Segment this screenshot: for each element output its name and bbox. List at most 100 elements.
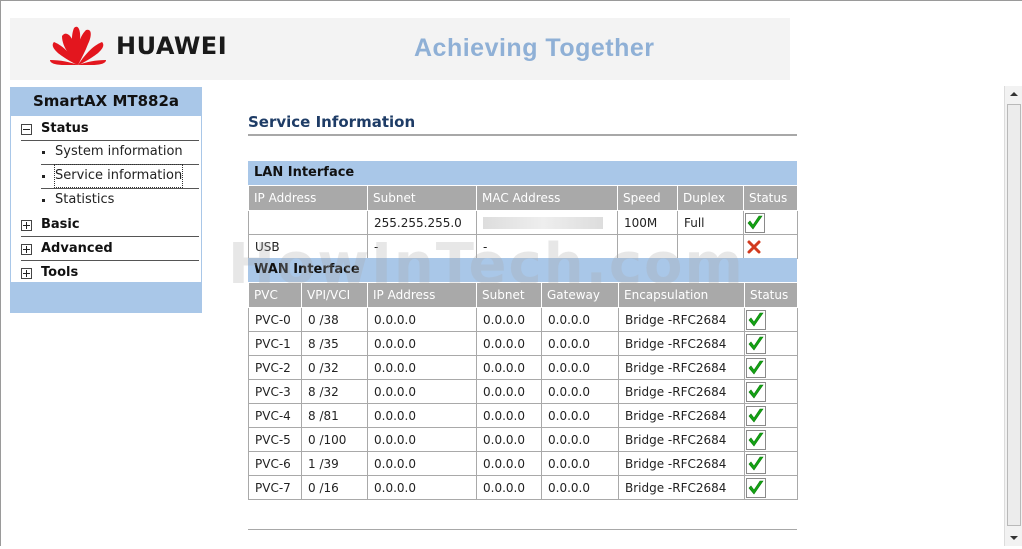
vpi-vci-cell: 0 /38 (301, 307, 368, 332)
pvc-cell: PVC-2 (248, 355, 302, 380)
encapsulation-cell: Bridge -RFC2684 (618, 379, 745, 404)
column-header: Speed (617, 185, 678, 211)
bullet-icon (42, 199, 45, 202)
status-ok-check-icon (746, 309, 766, 330)
slogan: Achieving Together (414, 34, 655, 62)
mac-address-cell: - (476, 234, 618, 259)
ip-address-cell: 0.0.0.0 (367, 451, 477, 476)
vpi-vci-cell: 8 /81 (301, 403, 368, 428)
sidebar-item-basic[interactable]: Basic (11, 214, 201, 236)
encapsulation-cell: Bridge -RFC2684 (618, 307, 745, 332)
table-row: PVC-7 0 /16 0.0.0.0 0.0.0.0 0.0.0.0 Bridge -R… (248, 475, 798, 500)
scroll-down-arrow-icon[interactable] (1005, 530, 1022, 546)
status-cell (744, 307, 798, 332)
expand-icon[interactable] (21, 244, 32, 255)
sidebar-item-label: Basic (41, 217, 80, 232)
ip-address-cell: 0.0.0.0 (367, 475, 477, 500)
ip-address-cell: 0.0.0.0 (367, 307, 477, 332)
pvc-cell: PVC-0 (248, 307, 302, 332)
page-title: Service Information (248, 113, 416, 131)
encapsulation-cell: Bridge -RFC2684 (618, 475, 745, 500)
vpi-vci-cell: 8 /32 (301, 379, 368, 404)
wan-section-header: WAN Interface (248, 258, 797, 282)
ip-address-cell: 0.0.0.0 (367, 355, 477, 380)
column-header: Subnet (476, 282, 542, 308)
status-cell (744, 427, 798, 452)
table-row: PVC-6 1 /39 0.0.0.0 0.0.0.0 0.0.0.0 Bridge -R… (248, 451, 798, 476)
status-ok-check-icon (746, 381, 766, 402)
pvc-cell: PVC-6 (248, 451, 302, 476)
window-frame-top (0, 0, 1022, 1)
subnet-cell: 0.0.0.0 (476, 331, 542, 356)
status-cell (744, 475, 798, 500)
pvc-cell: PVC-3 (248, 379, 302, 404)
column-header: Status (744, 282, 798, 308)
gateway-cell: 0.0.0.0 (541, 403, 619, 428)
huawei-petal-logo-icon (50, 26, 106, 66)
ip-address-cell: 0.0.0.0 (367, 403, 477, 428)
collapse-icon[interactable] (21, 124, 32, 135)
column-header: Duplex (677, 185, 744, 211)
scroll-up-arrow-icon[interactable] (1005, 86, 1022, 102)
subnet-cell: 0.0.0.0 (476, 379, 542, 404)
sidebar-item-tools[interactable]: Tools (11, 262, 201, 284)
wan-table-header-row: PVC VPI/VCI IP Address Subnet Gateway En… (248, 282, 798, 308)
sidebar-item-status[interactable]: Status (11, 118, 201, 140)
sidebar-subitem-statistics[interactable]: Statistics (11, 189, 201, 211)
redacted-mac (483, 217, 603, 229)
scrollbar-thumb[interactable] (1007, 104, 1021, 526)
subnet-cell: - (367, 234, 477, 259)
status-ok-check-icon (746, 429, 766, 450)
subnet-cell: 0.0.0.0 (476, 355, 542, 380)
sidebar-subitem-service-information[interactable]: Service information (11, 164, 201, 188)
expand-icon[interactable] (21, 220, 32, 231)
duplex-cell (677, 234, 744, 259)
gateway-cell: 0.0.0.0 (541, 427, 619, 452)
subnet-cell: 0.0.0.0 (476, 427, 542, 452)
lan-table-header-row: IP Address Subnet MAC Address Speed Dupl… (248, 185, 798, 211)
status-ok-check-icon (746, 333, 766, 354)
column-header: Encapsulation (618, 282, 745, 308)
ip-address-cell: 0.0.0.0 (367, 331, 477, 356)
sidebar-subitem-label: Service information (53, 164, 184, 188)
status-ok-check-icon (746, 405, 766, 426)
status-cell (744, 331, 798, 356)
vpi-vci-cell: 0 /16 (301, 475, 368, 500)
column-header: MAC Address (476, 185, 618, 211)
table-row: PVC-3 8 /32 0.0.0.0 0.0.0.0 0.0.0.0 Bridge -R… (248, 379, 798, 404)
table-row: USB - - (248, 234, 798, 259)
gateway-cell: 0.0.0.0 (541, 307, 619, 332)
gateway-cell: 0.0.0.0 (541, 475, 619, 500)
sidebar-item-advanced[interactable]: Advanced (11, 238, 201, 260)
column-header: Gateway (541, 282, 619, 308)
status-ok-check-icon (746, 477, 766, 498)
status-ok-check-icon (746, 357, 766, 378)
device-model-title: SmartAX MT882a (32, 92, 180, 110)
status-cell (744, 379, 798, 404)
encapsulation-cell: Bridge -RFC2684 (618, 355, 745, 380)
interface-name-cell: USB (248, 234, 368, 259)
page-header: HUAWEI Achieving Together (10, 18, 790, 80)
expand-icon[interactable] (21, 268, 32, 279)
mac-address-cell (476, 210, 618, 235)
brand-name: HUAWEI (116, 32, 228, 60)
gateway-cell: 0.0.0.0 (541, 355, 619, 380)
encapsulation-cell: Bridge -RFC2684 (618, 403, 745, 428)
sidebar-subitem-system-information[interactable]: System information (11, 141, 201, 163)
sidebar-item-label: Advanced (41, 241, 113, 256)
vertical-scrollbar[interactable] (1004, 86, 1022, 546)
divider (21, 260, 199, 261)
status-cell (744, 355, 798, 380)
vpi-vci-cell: 0 /100 (301, 427, 368, 452)
wan-table: PVC VPI/VCI IP Address Subnet Gateway En… (248, 282, 798, 500)
vpi-vci-cell: 8 /35 (301, 331, 368, 356)
subnet-cell: 0.0.0.0 (476, 307, 542, 332)
gateway-cell: 0.0.0.0 (541, 379, 619, 404)
duplex-cell: Full (677, 210, 744, 235)
bullet-icon (42, 151, 45, 154)
table-row: PVC-1 8 /35 0.0.0.0 0.0.0.0 0.0.0.0 Bridge -R… (248, 331, 798, 356)
column-header: PVC (248, 282, 302, 308)
sidebar-subitem-label: System information (55, 144, 183, 159)
subnet-cell: 0.0.0.0 (476, 451, 542, 476)
ip-address-cell: 0.0.0.0 (367, 427, 477, 452)
